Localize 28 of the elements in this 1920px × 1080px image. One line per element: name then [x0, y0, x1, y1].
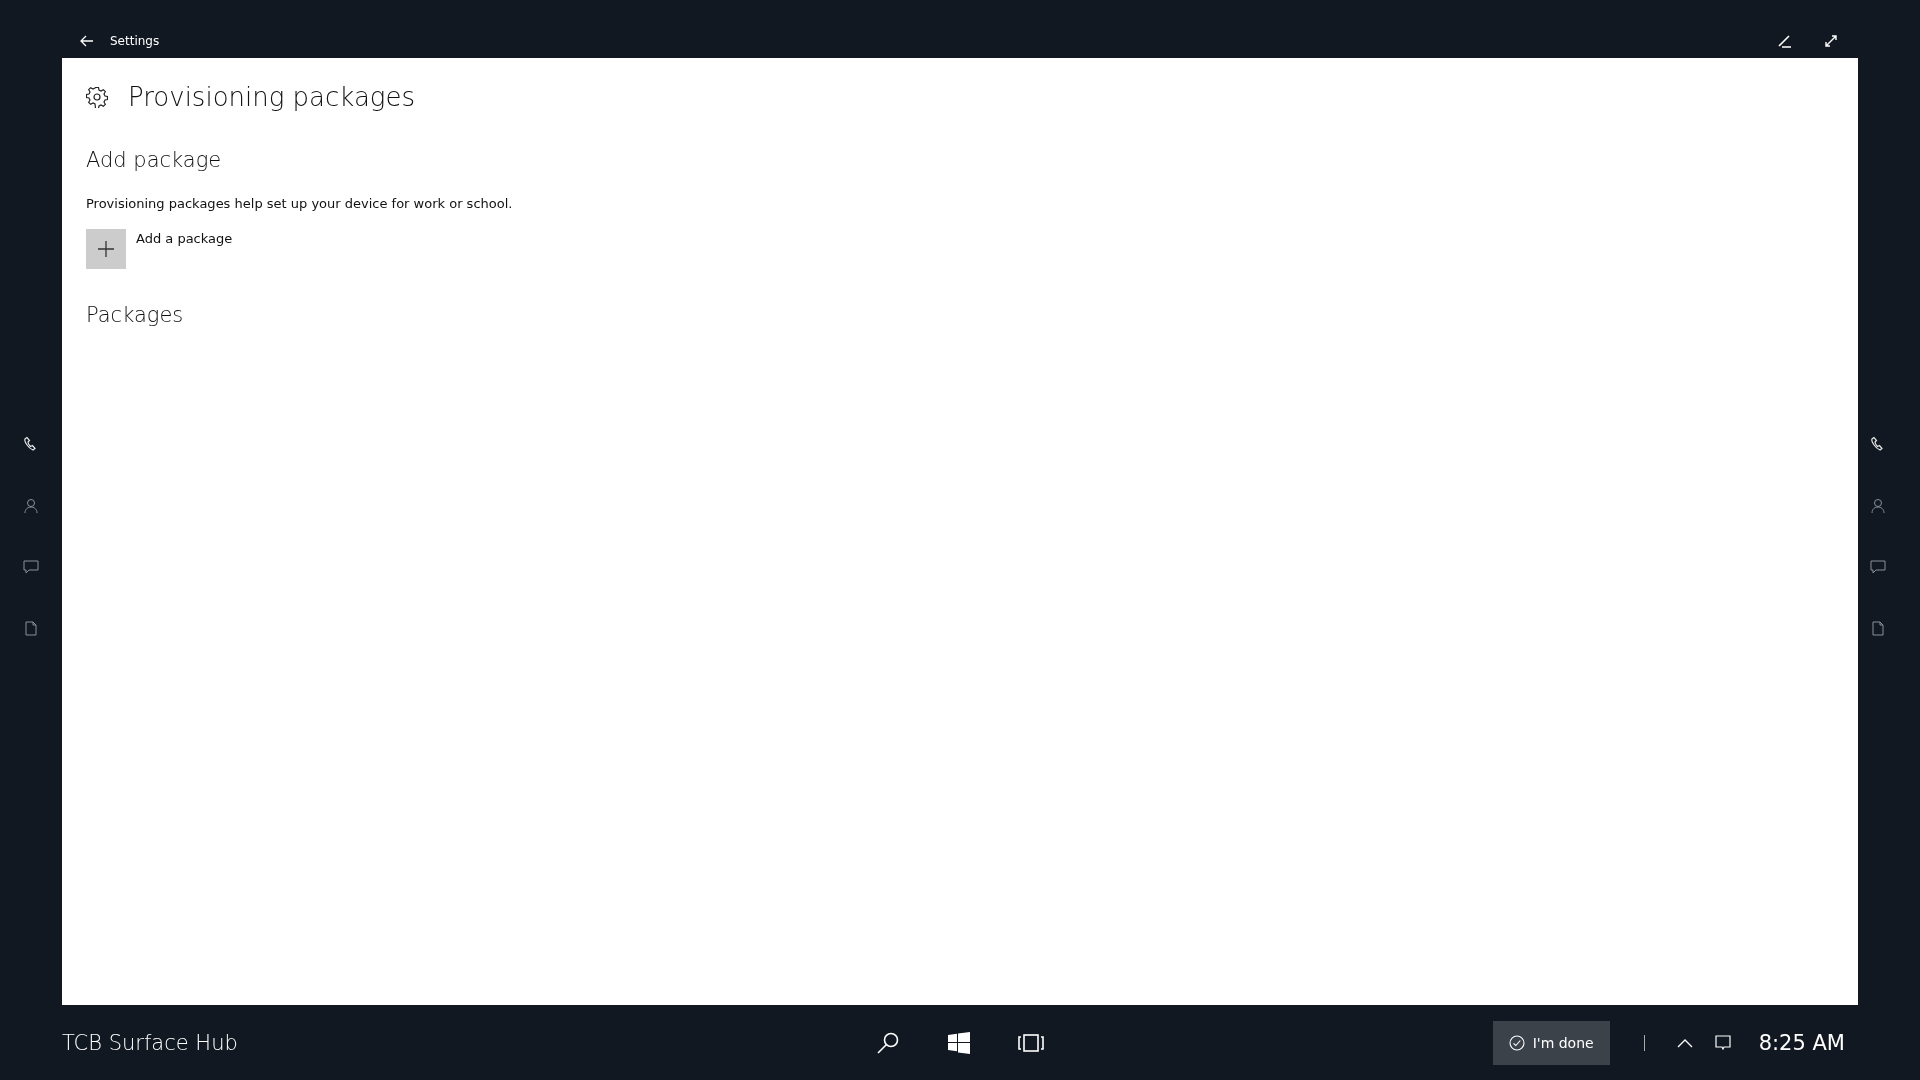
check-circle-icon — [1508, 1034, 1525, 1051]
chat-icon[interactable] — [23, 559, 39, 575]
add-package-link[interactable]: Add a package — [136, 231, 233, 246]
expand-icon[interactable] — [1824, 34, 1838, 48]
document-icon[interactable] — [1872, 620, 1884, 636]
clock-time: 8:25 AM — [1758, 1030, 1845, 1055]
back-arrow-icon[interactable] — [80, 35, 94, 47]
chevron-up-icon[interactable] — [1676, 1037, 1693, 1048]
gear-icon — [86, 86, 108, 108]
window-title: Settings — [110, 34, 160, 48]
windows-logo-icon[interactable] — [948, 1031, 970, 1054]
phone-icon[interactable] — [23, 435, 39, 452]
device-name: TCB Surface Hub — [62, 1030, 238, 1055]
message-icon[interactable] — [1714, 1034, 1731, 1051]
document-icon[interactable] — [25, 620, 37, 636]
done-button[interactable]: I'm done — [1492, 1020, 1610, 1065]
page-title: Provisioning packages — [128, 82, 415, 112]
task-view-icon[interactable] — [1018, 1033, 1044, 1052]
person-icon[interactable] — [24, 497, 38, 514]
section-heading: Packages — [86, 303, 185, 327]
pen-icon[interactable] — [1778, 34, 1792, 48]
phone-icon[interactable] — [1870, 435, 1886, 452]
section-heading: Add package — [86, 148, 223, 172]
description-text: Provisioning packages help set up your device for work or school. — [86, 196, 514, 211]
plus-icon[interactable] — [86, 229, 126, 269]
search-icon[interactable] — [876, 1030, 900, 1055]
person-icon[interactable] — [1871, 497, 1885, 514]
chat-icon[interactable] — [1870, 559, 1886, 575]
